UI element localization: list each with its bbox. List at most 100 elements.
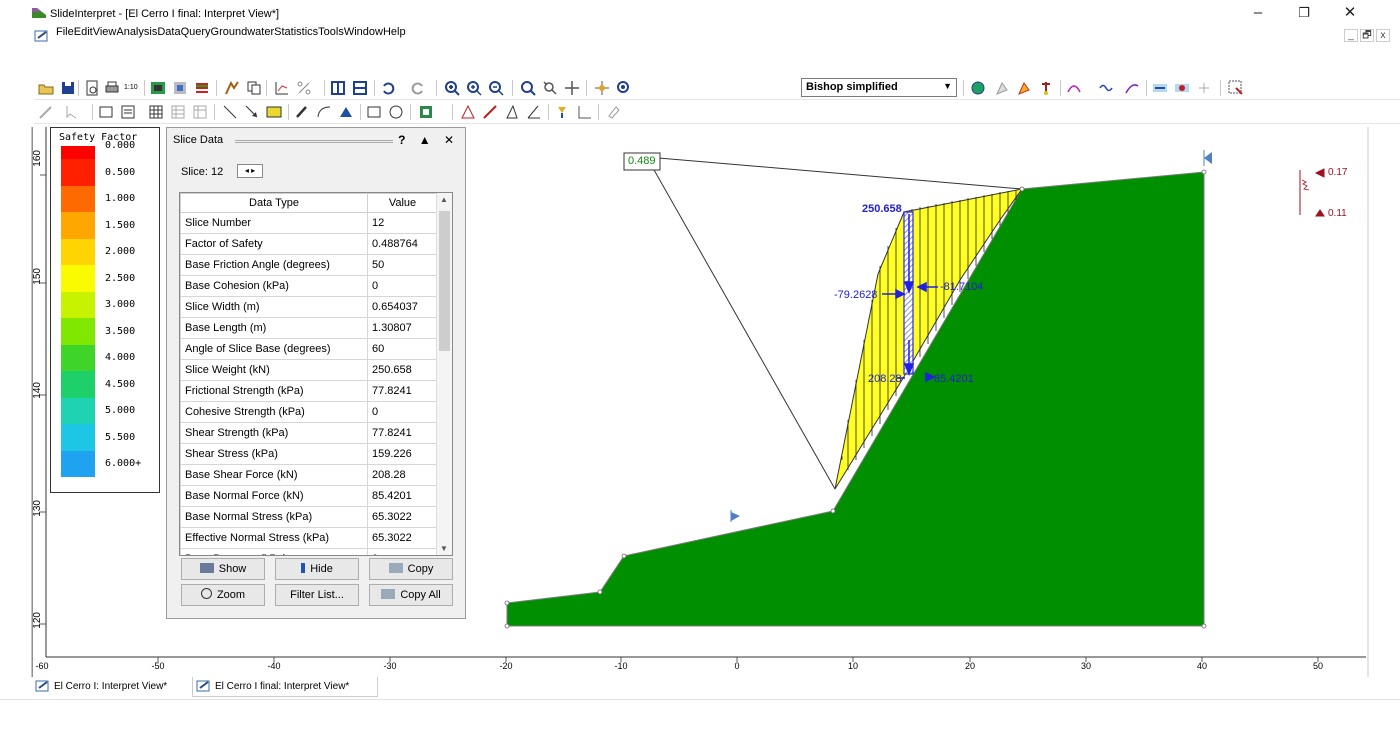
row-data-type: Slice Width (m) (180, 296, 368, 318)
normal-force-label: 85.4201 (934, 373, 974, 385)
row-value: 12 (367, 212, 438, 234)
legend-swatch (61, 252, 95, 266)
row-value: 77.8241 (367, 380, 438, 402)
ruler-x-label: -30 (383, 661, 397, 671)
table-row[interactable]: Base Length (m) 1.30807 (180, 317, 438, 339)
slice-spinner[interactable]: ◂ ▸ (237, 164, 263, 178)
legend-swatch (61, 437, 95, 451)
slice-number-label: Slice: 12 (181, 166, 224, 178)
table-row[interactable]: Base Normal Stress (kPa) 65.3022 (180, 506, 438, 528)
legend-swatch (61, 371, 95, 385)
show-icon (199, 563, 214, 573)
ruler-x-label: 50 (1312, 661, 1324, 671)
table-row[interactable]: Factor of Safety 0.488764 (180, 233, 438, 255)
col-value[interactable]: Value (367, 193, 438, 213)
ruler-x-label: 40 (1196, 661, 1208, 671)
row-value: 250.658 (367, 359, 438, 381)
divider (0, 699, 1400, 700)
table-row[interactable]: Base Friction Angle (degrees) 50 (180, 254, 438, 276)
row-value: 50 (367, 254, 438, 276)
zoom-button-label: Zoom (216, 589, 246, 601)
hide-button[interactable]: Hide (275, 558, 359, 580)
tab-label: El Cerro I: Interpret View* (54, 681, 168, 692)
row-data-type: Base Normal Stress (kPa) (180, 506, 368, 528)
copy-icon (388, 563, 403, 573)
row-value: 159.226 (367, 443, 438, 465)
legend-swatch (61, 450, 95, 464)
ruler-x-label: 20 (964, 661, 976, 671)
legend-swatch (61, 212, 95, 226)
show-button[interactable]: Show (181, 558, 265, 580)
row-value: 0.488764 (367, 233, 438, 255)
legend-swatch (61, 358, 95, 372)
limit-flag-right (1204, 152, 1212, 164)
table-row[interactable]: Shear Stress (kPa) 159.226 (180, 443, 438, 465)
legend-label: 5.500 (105, 431, 136, 443)
tab-el-cerro-i-final[interactable]: El Cerro I final: Interpret View* (192, 677, 378, 697)
legend-swatch (61, 278, 95, 292)
hide-button-label: Hide (310, 563, 333, 575)
slice-data-table-wrap: Data Type Value Slice Number 12 Factor of … (179, 192, 453, 556)
table-row[interactable]: Effective Normal Stress (kPa) 65.3022 (180, 527, 438, 549)
table-row[interactable]: Frictional Strength (kPa) 77.8241 (180, 380, 438, 402)
copy-button-label: Copy (407, 563, 434, 575)
safety-factor-legend[interactable]: Safety Factor 0.000 0.500 1.000 1.500 2.000 2… (50, 127, 160, 493)
legend-swatch (61, 384, 95, 398)
legend-swatch (61, 318, 95, 332)
row-data-type: Shear Stress (kPa) (180, 443, 368, 465)
legend-swatch (61, 146, 95, 160)
row-data-type: Slice Number (180, 212, 368, 234)
copy-button[interactable]: Copy (369, 558, 453, 580)
drag-grip[interactable] (235, 140, 393, 143)
copy-all-button[interactable]: Copy All (369, 584, 453, 606)
panel-title: Slice Data (173, 134, 224, 146)
table-row[interactable]: Base Normal Force (kN) 85.4201 (180, 485, 438, 507)
table-scrollbar[interactable]: ▲ ▼ (436, 193, 452, 555)
shear-force-label: 208.28 (868, 373, 902, 385)
table-row[interactable]: Slice Weight (kN) 250.658 (180, 359, 438, 381)
table-row[interactable]: Base Shear Force (kN) 208.28 (180, 464, 438, 486)
legend-swatch (61, 424, 95, 438)
scroll-down-icon[interactable]: ▼ (440, 544, 448, 553)
legend-swatch (61, 159, 95, 173)
table-row[interactable]: Shear Strength (kPa) 77.8241 (180, 422, 438, 444)
legend-swatch (61, 464, 95, 478)
table-row[interactable]: Slice Number 12 (180, 212, 438, 234)
legend-swatch (61, 331, 95, 345)
scroll-thumb[interactable] (439, 211, 450, 351)
panel-controls[interactable]: ? ▲ ✕ (398, 133, 459, 147)
filter-list-button-label: Filter List... (290, 589, 344, 601)
col-data-type[interactable]: Data Type (180, 193, 368, 213)
table-row[interactable]: Base Pressure (kPa)0 (180, 548, 438, 555)
right-interslice-label: -81.7104 (940, 281, 984, 293)
ruler-x-label: -20 (499, 661, 513, 671)
document-icon (35, 680, 49, 692)
row-data-type: Base Cohesion (kPa) (180, 275, 368, 297)
ruler-x-label: -50 (151, 661, 165, 671)
tab-el-cerro-i[interactable]: El Cerro I: Interpret View* (32, 677, 192, 697)
filter-list-button[interactable]: Filter List... (275, 584, 359, 606)
table-row[interactable]: Base Cohesion (kPa) 0 (180, 275, 438, 297)
copy-all-icon (381, 589, 396, 599)
legend-label: 1.500 (105, 219, 136, 231)
table-row[interactable]: Angle of Slice Base (degrees) 60 (180, 338, 438, 360)
fs-label[interactable]: 0.489 (628, 155, 656, 167)
legend-label: 0.500 (105, 166, 136, 178)
table-row[interactable]: Cohesive Strength (kPa) 0 (180, 401, 438, 423)
row-value: 65.3022 (367, 506, 438, 528)
panel-header[interactable]: Slice Data ? ▲ ✕ (173, 133, 459, 148)
row-data-type: Effective Normal Stress (kPa) (180, 527, 368, 549)
legend-label: 6.000+ (105, 458, 142, 469)
row-data-type: Shear Strength (kPa) (180, 422, 368, 444)
zoom-button[interactable]: Zoom (181, 584, 265, 606)
scroll-up-icon[interactable]: ▲ (440, 195, 448, 204)
legend-label: 0.000 (105, 140, 136, 151)
legend-swatch (61, 344, 95, 358)
row-data-type: Base Pressure (kPa) (180, 548, 368, 555)
ruler-y-label: 120 (32, 612, 43, 629)
legend-label: 1.000 (105, 193, 136, 204)
table-row[interactable]: Slice Width (m) 0.654037 (180, 296, 438, 318)
ruler-x-label: -60 (35, 661, 49, 671)
legend-swatch (61, 225, 95, 239)
ruler-y-label: 160 (32, 150, 43, 167)
